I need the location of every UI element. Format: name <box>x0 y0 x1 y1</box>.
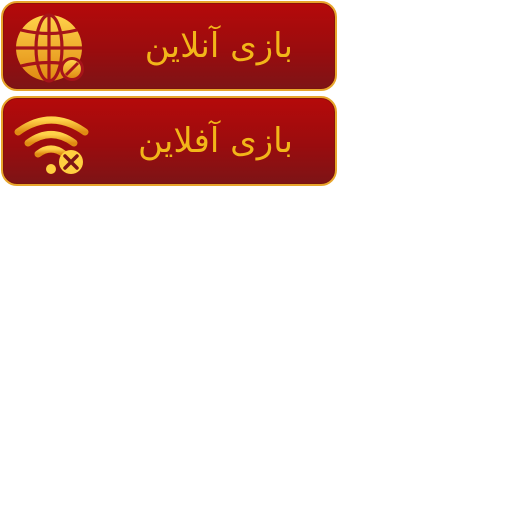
wifi-off-icon <box>13 106 89 182</box>
globe-icon <box>13 11 89 87</box>
online-game-label: بازی آنلاین <box>144 26 293 66</box>
offline-game-label: بازی آفلاین <box>138 121 293 161</box>
online-game-button[interactable]: بازی آنلاین <box>1 1 337 91</box>
offline-game-button[interactable]: بازی آفلاین <box>1 96 337 186</box>
mode-select-screen: بازی آنلاین بازی آفلاین <box>0 0 512 512</box>
